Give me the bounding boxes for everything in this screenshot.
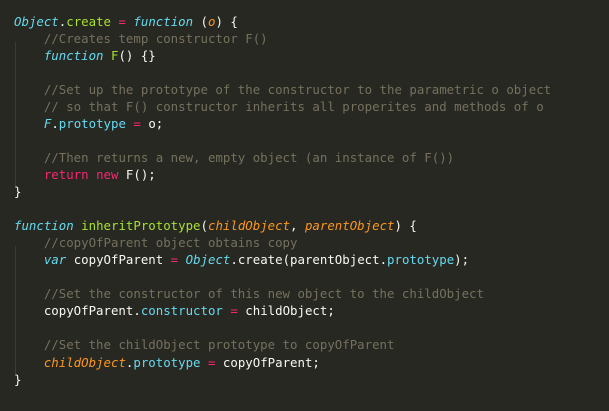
code-line-11: } (14, 183, 21, 200)
code-token-storage: function (14, 218, 74, 234)
code-line-2: //Creates temp constructor F() (14, 30, 268, 47)
code-line-22: } (14, 371, 21, 388)
code-token-comment: //Then returns a new, empty object (an i… (43, 149, 455, 165)
code-line-14: //copyOfParent object obtains copy (14, 234, 298, 251)
code-line-10: return new F(); (14, 166, 156, 183)
code-token-fn: create (66, 13, 111, 29)
code-token-plain: () {} (118, 47, 156, 63)
code-token-plain: o; (140, 115, 164, 131)
code-token-builtin: Object (185, 252, 231, 268)
code-token-plain: . (51, 115, 59, 131)
code-token-keyword: return (43, 166, 89, 182)
code-token-storage: var (43, 252, 67, 268)
code-token-plain: F(); (118, 166, 156, 182)
code-token-plain: , (290, 218, 305, 234)
code-token-plain: copyOfParent; (215, 354, 320, 370)
code-editor[interactable]: Object.create = function (o) { //Creates… (0, 0, 609, 411)
code-token-plain: .create(parentObject. (230, 252, 388, 268)
code-line-6: // so that F() constructor inherits all … (14, 98, 544, 115)
code-token-prop: prototype (133, 354, 201, 370)
code-token-prop: constructor (140, 303, 223, 319)
code-token-plain: copyOfParent (66, 252, 171, 268)
code-token-storage: function (43, 47, 104, 63)
code-line-5: //Set up the prototype of the constructo… (14, 81, 551, 98)
code-line-9: //Then returns a new, empty object (an i… (14, 149, 454, 166)
code-token-storage: function (133, 13, 194, 29)
code-line-13: function inheritPrototype(childObject, p… (14, 217, 417, 234)
code-token-plain: ) { (215, 13, 238, 29)
code-token-plain: } (14, 184, 22, 199)
code-token-comment: //copyOfParent object obtains copy (43, 235, 298, 251)
code-token-plain: ( (200, 218, 208, 234)
code-token-comment: //Set the constructor of this new object… (43, 286, 484, 302)
code-token-comment: // so that F() constructor inherits all … (43, 98, 544, 114)
code-token-param: childObject (43, 354, 126, 370)
code-token-comment: //Creates temp constructor F() (43, 30, 268, 46)
code-token-op: = (230, 303, 238, 319)
code-token-comment: //Set up the prototype of the constructo… (43, 81, 552, 97)
code-token-fn: inheritPrototype (81, 218, 201, 234)
code-line-7: F.prototype = o; (14, 115, 163, 132)
code-token-plain: } (14, 371, 22, 387)
code-token-param: parentObject (304, 218, 395, 234)
code-token-comment: //Set the childObject prototype to copyO… (43, 337, 395, 353)
code-token-plain: childObject; (237, 303, 335, 319)
code-token-prop: prototype (58, 115, 126, 131)
code-token-op: = (133, 115, 141, 131)
code-line-18: copyOfParent.constructor = childObject; (14, 302, 335, 319)
code-line-15: var copyOfParent = Object.create(parentO… (14, 251, 469, 268)
code-token-prop: prototype (387, 252, 455, 268)
code-token-op: = (118, 13, 126, 29)
code-line-17: //Set the constructor of this new object… (14, 285, 484, 302)
code-line-20: //Set the childObject prototype to copyO… (14, 336, 395, 353)
code-token-param: childObject (207, 218, 291, 234)
code-line-21: childObject.prototype = copyOfParent; (14, 354, 320, 371)
code-token-plain: ); (454, 252, 470, 268)
code-token-builtin: Object (14, 13, 59, 29)
code-line-1: Object.create = function (o) { (14, 13, 238, 30)
code-token-plain: ( (193, 13, 209, 29)
code-token-plain: ) { (394, 218, 417, 234)
code-token-keyword: new (96, 166, 119, 182)
code-token-plain: copyOfParent. (14, 303, 141, 319)
code-line-3: function F() {} (14, 47, 156, 64)
